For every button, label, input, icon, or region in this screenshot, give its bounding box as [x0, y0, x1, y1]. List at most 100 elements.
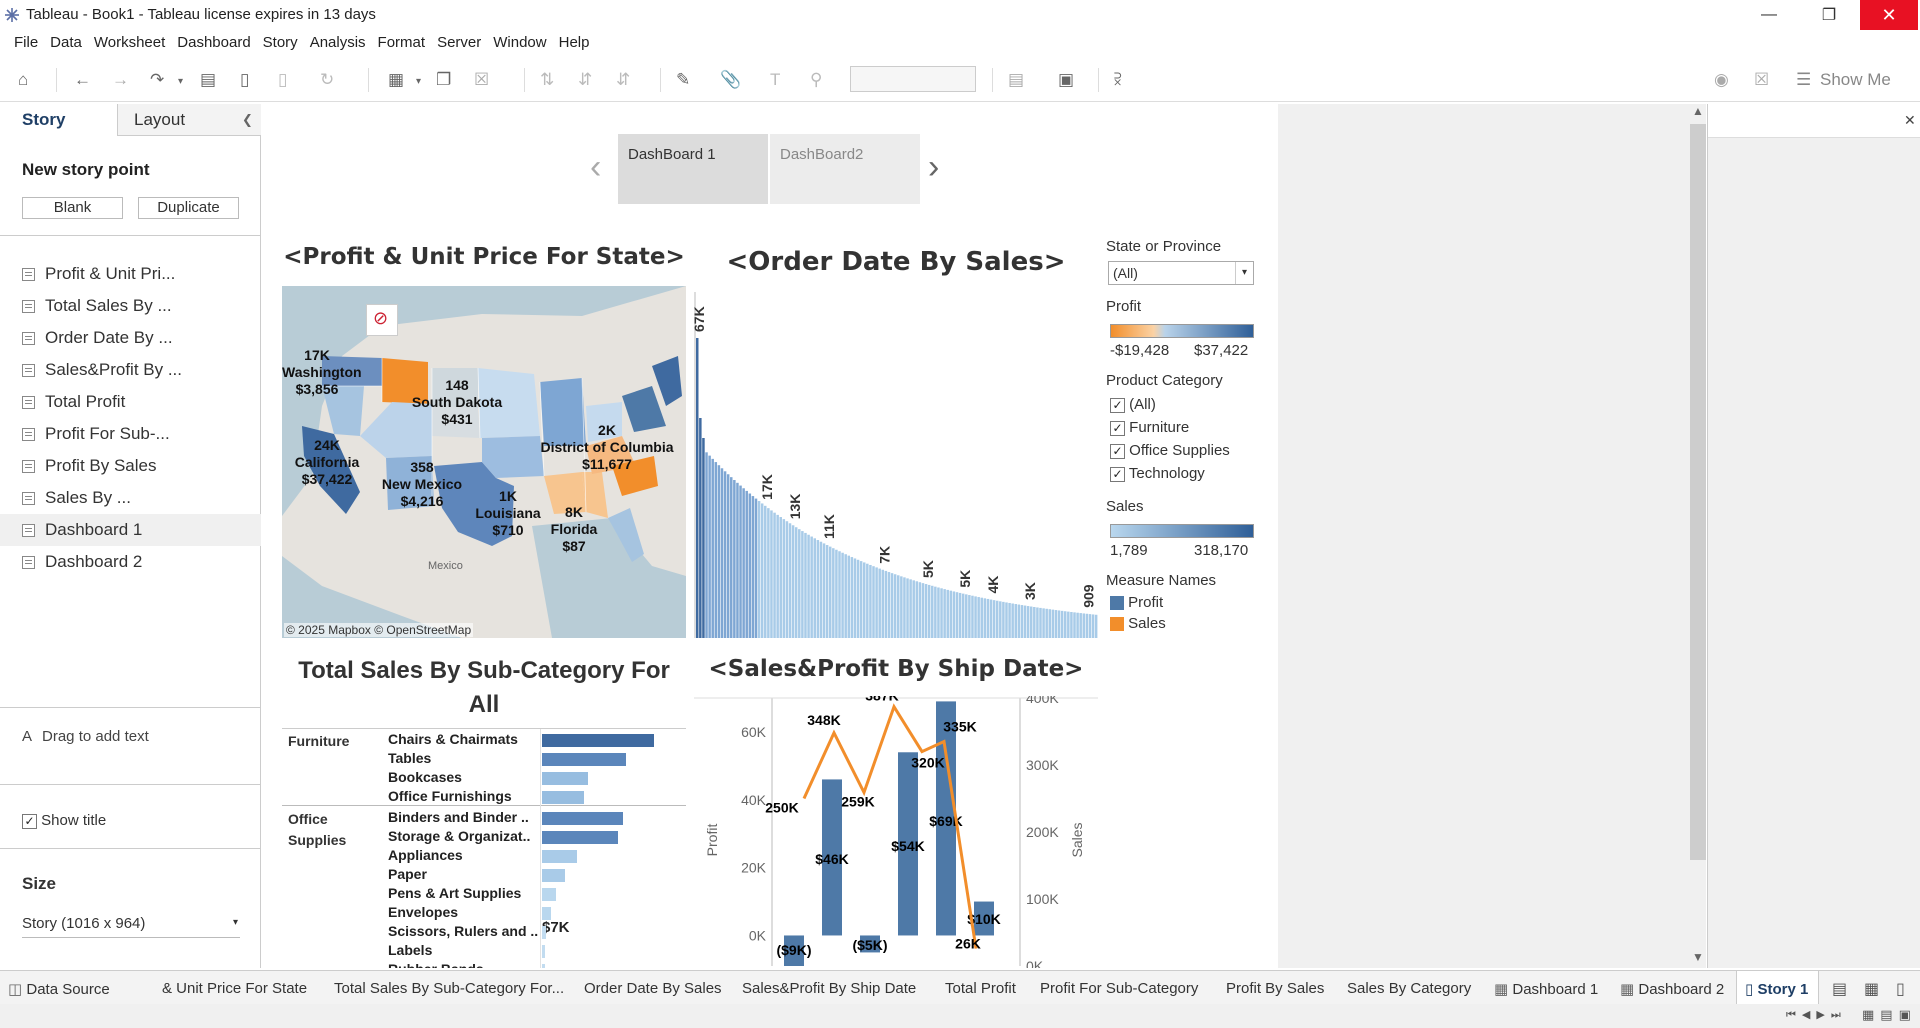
order-bar[interactable] [980, 597, 983, 638]
tab-total-profit[interactable]: Total Profit [945, 971, 1016, 1005]
undo-icon[interactable]: ← [74, 70, 91, 90]
order-bar[interactable] [890, 573, 894, 638]
new-story-tab-icon[interactable]: ▯ [1896, 979, 1905, 999]
order-bar[interactable] [1057, 610, 1061, 638]
order-bar[interactable] [946, 589, 949, 638]
order-bar[interactable] [828, 546, 832, 638]
pause-updates-icon[interactable]: ▯ [278, 70, 287, 90]
order-bar[interactable] [788, 523, 792, 638]
order-bar[interactable] [764, 505, 767, 638]
order-bar[interactable] [742, 488, 745, 638]
show-me-icon[interactable]: ☰ [1796, 70, 1811, 90]
order-bar[interactable] [816, 540, 820, 638]
order-bar[interactable] [943, 589, 946, 638]
order-bar[interactable] [971, 595, 974, 638]
order-bar[interactable] [924, 584, 928, 638]
order-bar[interactable] [906, 578, 909, 638]
order-bar[interactable] [1073, 612, 1076, 638]
menu-server[interactable]: Server [431, 30, 487, 56]
order-bar[interactable] [711, 458, 714, 638]
show-cards-icon[interactable]: ▤ [1008, 70, 1024, 90]
order-bar[interactable] [903, 577, 906, 638]
order-bar[interactable] [1011, 603, 1014, 638]
order-bar[interactable] [1094, 614, 1098, 638]
subcat-bar[interactable] [542, 831, 618, 844]
home-icon[interactable]: ⌂ [18, 70, 28, 90]
order-bar[interactable] [1045, 608, 1048, 638]
story-point-dashboard-2[interactable]: DashBoard2 [770, 134, 920, 204]
order-bar[interactable] [1042, 608, 1045, 638]
tab-dashboard-2[interactable]: ▦ Dashboard 2 [1620, 971, 1724, 1005]
subcat-bar[interactable] [542, 926, 546, 939]
order-bar[interactable] [825, 545, 829, 638]
menu-worksheet[interactable]: Worksheet [88, 30, 171, 56]
order-bar[interactable] [1079, 613, 1082, 638]
order-bar[interactable] [999, 601, 1002, 638]
drag-text-item[interactable]: A Drag to add text [22, 728, 149, 745]
subcat-bar[interactable] [542, 869, 565, 882]
order-bar[interactable] [1051, 609, 1055, 638]
order-bar[interactable] [773, 512, 776, 638]
tab-story[interactable]: Story [0, 104, 116, 136]
redo-icon[interactable]: → [112, 70, 129, 90]
tab-dashboard-1[interactable]: ▦ Dashboard 1 [1494, 971, 1598, 1005]
sort-desc-icon[interactable]: ⇵ [616, 70, 630, 90]
chevron-down-icon[interactable]: ▾ [178, 76, 183, 87]
order-bar[interactable] [881, 569, 885, 638]
order-bar[interactable] [856, 559, 860, 638]
order-bar[interactable] [696, 338, 699, 638]
order-bar[interactable] [977, 597, 980, 638]
order-bar[interactable] [934, 586, 937, 638]
order-bar[interactable] [798, 529, 801, 638]
order-bar[interactable] [937, 587, 940, 638]
order-bar[interactable] [875, 567, 878, 638]
menu-data[interactable]: Data [44, 30, 88, 56]
highlight-icon[interactable]: ✎ [676, 70, 690, 90]
order-bar[interactable] [720, 468, 724, 638]
order-bar[interactable] [813, 538, 816, 638]
ask-data-icon[interactable]: ◉ [1714, 70, 1729, 90]
order-bar[interactable] [850, 557, 854, 638]
tab-data-source[interactable]: ◫ Data Source [8, 971, 110, 1005]
order-bar[interactable] [921, 583, 925, 638]
tab-total-sales[interactable]: Total Sales By Sub-Category For... [334, 971, 564, 1005]
view-mode-icons[interactable]: ▦▤▣ [1862, 1007, 1917, 1023]
subcat-bar[interactable] [542, 772, 588, 785]
order-bar[interactable] [965, 594, 968, 638]
chevron-down-icon[interactable]: ▾ [416, 76, 421, 87]
order-bar[interactable] [782, 519, 786, 638]
scroll-up-arrow[interactable]: ▲ [1692, 104, 1704, 118]
tab-profit-by-sales[interactable]: Profit By Sales [1226, 971, 1324, 1005]
duplicate-sheet-icon[interactable]: ❐ [436, 70, 451, 90]
sheet-nav-arrows[interactable]: ⏮◀▶⏭ [1786, 1008, 1847, 1022]
order-bar[interactable] [1020, 605, 1024, 638]
order-bar[interactable] [717, 465, 721, 638]
order-bar[interactable] [1039, 607, 1042, 638]
order-bar[interactable] [952, 591, 956, 638]
order-bar[interactable] [699, 418, 702, 638]
order-bar[interactable] [832, 548, 835, 638]
order-bar[interactable] [726, 474, 730, 638]
ship-date-chart[interactable]: 0K 20K 40K 60K 0K 100K 200K 300K 400K Profit Sales… [694, 696, 1098, 968]
subcat-chart[interactable]: Furniture Office Supplies $7K Chairs & C… [282, 728, 686, 968]
blank-button[interactable]: Blank [22, 197, 123, 219]
sheet-item-profit-sub[interactable]: Profit For Sub-... [0, 418, 261, 450]
sheet-item-order-date[interactable]: Order Date By ... [0, 322, 261, 354]
category-office-checkbox[interactable]: ✓ Office Supplies [1110, 442, 1230, 459]
sheet-item-profit-unit-price[interactable]: Profit & Unit Pri... [0, 258, 261, 290]
order-bar[interactable] [1076, 612, 1079, 638]
order-bar[interactable] [745, 490, 748, 638]
order-bar[interactable] [705, 452, 708, 638]
order-bar[interactable] [757, 501, 761, 638]
order-bar[interactable] [1005, 602, 1008, 638]
menu-window[interactable]: Window [487, 30, 552, 56]
replace-data-icon[interactable]: ↷ [150, 70, 164, 90]
story-point-dashboard-1[interactable]: DashBoard 1 [618, 134, 768, 204]
menu-analysis[interactable]: Analysis [304, 30, 372, 56]
order-bar[interactable] [739, 485, 742, 638]
new-worksheet-icon[interactable]: ▦ [388, 70, 404, 90]
order-bar[interactable] [986, 598, 990, 638]
order-bar[interactable] [770, 510, 773, 638]
category-technology-checkbox[interactable]: ✓ Technology [1110, 465, 1205, 482]
order-bar[interactable] [897, 575, 900, 638]
